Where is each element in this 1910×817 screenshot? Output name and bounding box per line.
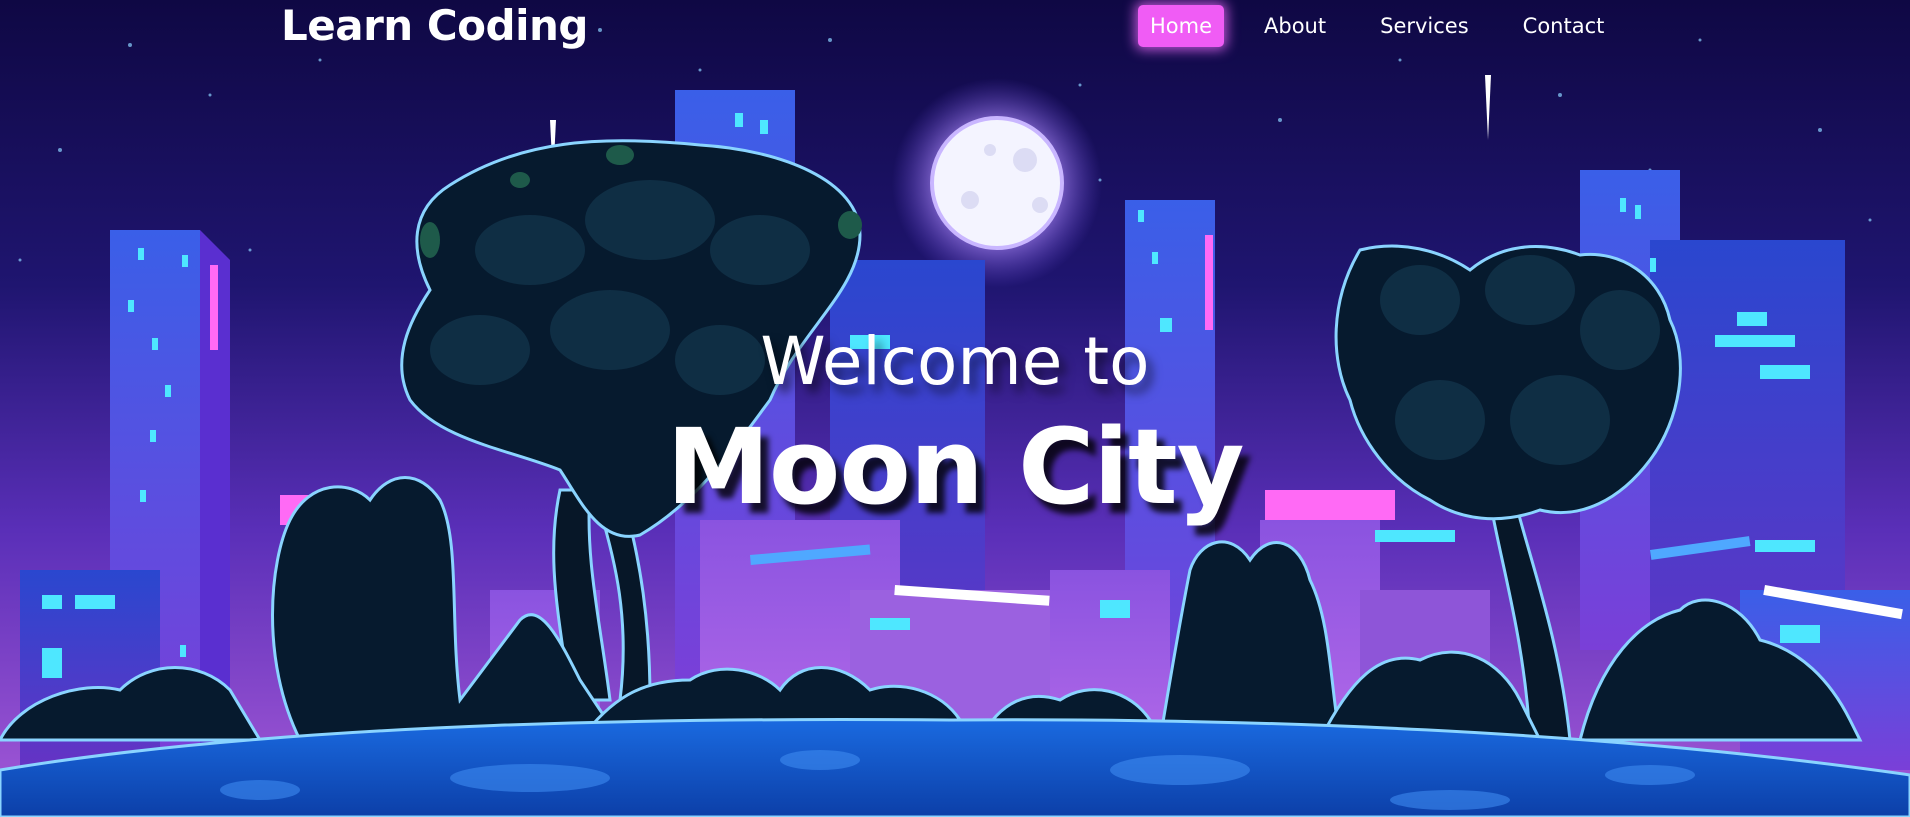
site-header: Learn Coding Home About Services Contact (0, 0, 1910, 56)
main-nav: Home About Services Contact (1138, 4, 1646, 48)
moon (930, 116, 1064, 250)
site-logo[interactable]: Learn Coding (281, 0, 588, 52)
nav-link-services[interactable]: Services (1368, 5, 1481, 47)
city-night-illustration (0, 0, 1910, 817)
nav-link-about[interactable]: About (1252, 5, 1338, 47)
nav-link-home[interactable]: Home (1138, 5, 1225, 47)
nav-link-contact[interactable]: Contact (1511, 5, 1617, 47)
hero-page: Learn Coding Home About Services Contact… (0, 0, 1910, 817)
